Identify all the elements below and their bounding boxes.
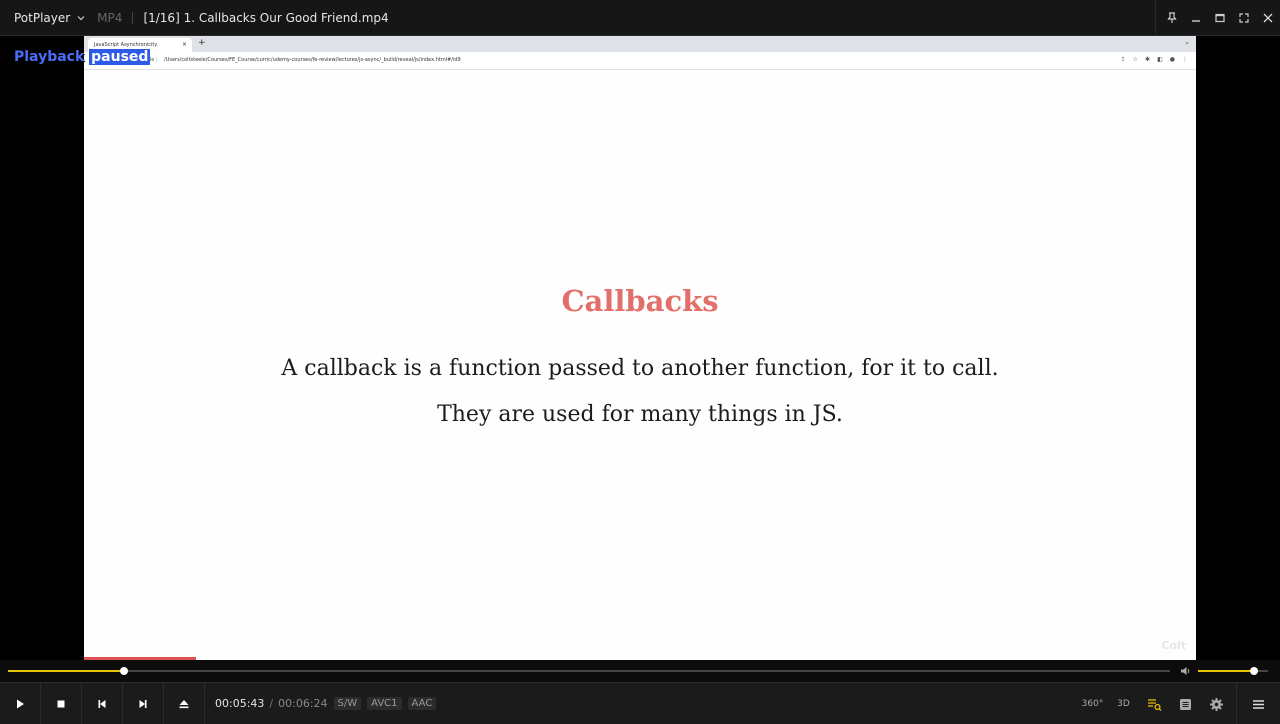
chevron-down-icon: [77, 15, 85, 20]
star-icon: ☆: [1132, 56, 1139, 63]
seek-bar-thumb[interactable]: [120, 667, 129, 675]
format-label: MP4: [97, 10, 123, 25]
vr-360-button[interactable]: 360°: [1077, 683, 1108, 724]
seek-bar-fill: [8, 670, 125, 672]
close-icon: [1263, 13, 1273, 23]
duration: 00:06:24: [278, 697, 328, 710]
browser-menu-icon: ⋮: [1182, 56, 1188, 63]
playlist-search-icon: [1148, 698, 1162, 711]
window-controls: [1155, 0, 1280, 36]
seek-bar[interactable]: [8, 667, 1170, 675]
main-menu-button[interactable]: [1236, 683, 1280, 724]
pin-icon: [1167, 12, 1177, 23]
fullscreen-icon: [1239, 13, 1249, 23]
eject-icon: [179, 699, 189, 708]
browser-tab-close-icon: ×: [181, 41, 187, 48]
play-button[interactable]: [0, 682, 41, 724]
settings-button[interactable]: [1201, 683, 1232, 724]
pin-button[interactable]: [1160, 0, 1184, 36]
playlist-search-button[interactable]: [1139, 683, 1170, 724]
time-display[interactable]: 00:05:43 / 00:06:24 S/W AVC1 AAC: [215, 697, 437, 710]
osd-text: Playback: [14, 49, 85, 65]
skip-next-icon: [139, 699, 147, 708]
title-bar: PotPlayer MP4 [1/16] 1. Callbacks Our Go…: [0, 0, 1280, 36]
browser-address-bar: File | /Users/coltsteele/Courses/FE_Cour…: [84, 52, 1196, 70]
control-bar: 00:05:43 / 00:06:24 S/W AVC1 AAC 360° 3D: [0, 682, 1280, 724]
list-icon: [1180, 698, 1191, 710]
video-title: [1/16] 1. Callbacks Our Good Friend.mp4: [143, 10, 389, 25]
chapters-button[interactable]: [1170, 683, 1201, 724]
3d-button[interactable]: 3D: [1108, 683, 1139, 724]
gear-icon: [1210, 697, 1223, 711]
browser-url: /Users/coltsteele/Courses/FE_Course/curr…: [164, 57, 461, 63]
app-menu-button[interactable]: PotPlayer: [0, 0, 95, 36]
maximize-icon: [1215, 13, 1225, 23]
browser-tab-list-icon: ⌄: [1184, 38, 1190, 46]
slide-title: Callbacks: [561, 284, 719, 318]
app-name: PotPlayer: [14, 10, 71, 25]
slide-text-line-1: A callback is a function passed to anoth…: [281, 356, 999, 381]
osd-highlight: paused: [89, 49, 151, 65]
browser-new-tab-icon: +: [198, 38, 206, 48]
right-controls: 360° 3D: [1077, 683, 1280, 724]
browser-tab-bar: JavaScript Asynchronicity × + ⌄: [84, 36, 1196, 52]
volume-slider-thumb[interactable]: [1250, 667, 1258, 675]
browser-address-divider: |: [156, 57, 158, 63]
volume-slider-fill: [1198, 670, 1254, 672]
maximize-button[interactable]: [1208, 0, 1232, 36]
profile-icon: ●: [1169, 56, 1175, 63]
watermark: Colt: [1161, 639, 1186, 652]
time-separator: /: [269, 697, 274, 710]
title-divider: [132, 11, 134, 24]
decoder-badge[interactable]: S/W: [333, 697, 362, 710]
skip-previous-icon: [98, 699, 106, 708]
playback-status-osd: Playback paused: [14, 49, 151, 65]
next-button[interactable]: [123, 682, 164, 724]
stop-icon: [57, 700, 65, 707]
seek-bar-area: [0, 660, 1280, 682]
hamburger-icon: [1253, 699, 1264, 709]
previous-button[interactable]: [82, 682, 123, 724]
video-area[interactable]: Playback paused JavaScript Asynchronicit…: [0, 36, 1280, 660]
volume-slider[interactable]: [1198, 667, 1268, 675]
sidebar-icon: ◧: [1157, 56, 1163, 63]
video-frame: JavaScript Asynchronicity × + ⌄ File | /…: [84, 36, 1196, 660]
vr-360-icon: 360°: [1081, 699, 1104, 709]
audio-codec-badge[interactable]: AAC: [407, 697, 437, 710]
share-icon: ⇪: [1120, 56, 1126, 63]
play-icon: [17, 699, 24, 708]
video-codec-badge[interactable]: AVC1: [367, 697, 402, 710]
fullscreen-button[interactable]: [1232, 0, 1256, 36]
open-file-button[interactable]: [164, 682, 205, 724]
browser-tab-title: JavaScript Asynchronicity: [94, 42, 158, 48]
browser-toolbar-icons: ⇪ ☆ ✱ ◧ ● ⋮: [1121, 56, 1188, 63]
close-button[interactable]: [1256, 0, 1280, 36]
volume-icon[interactable]: [1180, 665, 1192, 677]
current-time: 00:05:43: [215, 697, 265, 710]
3d-icon: 3D: [1117, 699, 1130, 709]
stop-button[interactable]: [41, 682, 82, 724]
minimize-icon: [1192, 20, 1200, 22]
minimize-button[interactable]: [1184, 0, 1208, 36]
slide-text-line-2: They are used for many things in JS.: [437, 402, 843, 427]
extensions-icon: ✱: [1145, 56, 1151, 63]
